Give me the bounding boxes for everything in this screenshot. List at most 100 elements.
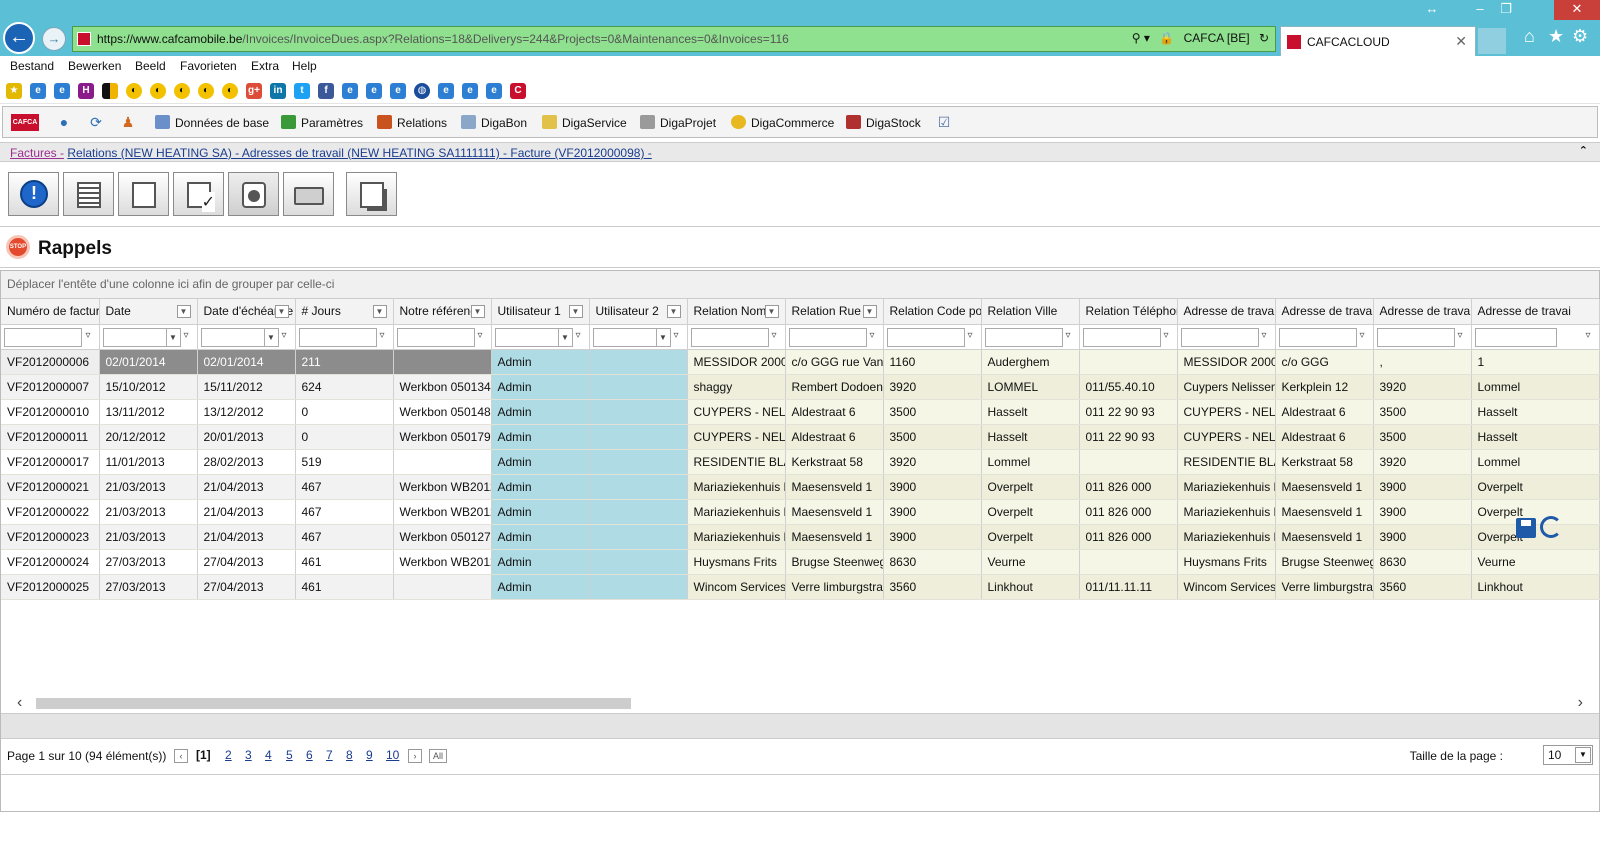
forward-button[interactable]: → [42, 27, 66, 51]
page-link[interactable]: 10 [386, 748, 399, 762]
add-favorite-icon[interactable]: ★ [6, 83, 22, 99]
column-header[interactable]: Utilisateur 1 ▼ [491, 299, 590, 325]
settings-gear-icon[interactable]: ⚙ [1572, 26, 1588, 47]
column-header[interactable]: Date d'échéance ▼ [197, 299, 296, 325]
tab-close-icon[interactable]: ✕ [1455, 33, 1467, 50]
page-link[interactable]: 5 [286, 748, 293, 762]
filter-input[interactable]: ▼ [200, 327, 279, 347]
globe-icon[interactable]: ● [55, 113, 73, 131]
menu-favorieten[interactable]: Favorieten [180, 59, 237, 73]
filter-input[interactable] [1278, 327, 1357, 347]
toolbar-donnees-de-base[interactable]: Données de base [155, 115, 269, 130]
table-row[interactable]: VF2012000024 27/03/2013 27/04/2013 461 Werkb… [1, 549, 1600, 575]
filter-funnel-icon[interactable]: ▿ [870, 330, 880, 342]
page-link[interactable]: 7 [326, 748, 333, 762]
new-tab-button[interactable] [1478, 28, 1506, 54]
menu-beeld[interactable]: Beeld [135, 59, 166, 73]
resize-icon[interactable]: ↔ [1418, 0, 1446, 20]
horizontal-scrollbar[interactable]: ‹ › [1, 693, 1599, 713]
column-menu-icon[interactable]: ▼ [568, 305, 583, 318]
page-link[interactable]: 3 [245, 748, 252, 762]
filter-funnel-icon[interactable]: ▿ [1262, 330, 1272, 342]
menu-bestand[interactable]: Bestand [10, 59, 54, 73]
filter-funnel-icon[interactable]: ▿ [1066, 330, 1076, 342]
ie-page-icon[interactable]: e [54, 83, 70, 99]
filter-funnel-icon[interactable]: ▿ [674, 330, 684, 342]
page-link[interactable]: 2 [225, 748, 232, 762]
toolbar-digastock[interactable]: DigaStock [846, 115, 921, 130]
save-icon[interactable] [1516, 518, 1536, 538]
user-icon[interactable]: ♟ [119, 113, 137, 131]
site-icon[interactable]: ◐ [198, 83, 214, 99]
sync-icon[interactable]: ⟳ [87, 113, 105, 131]
table-row[interactable]: VF2012000023 21/03/2013 21/04/2013 467 Werkb… [1, 524, 1600, 550]
site-icon[interactable]: ◐ [222, 83, 238, 99]
filter-input[interactable] [1474, 327, 1557, 347]
column-header[interactable]: # Jours ▼ [295, 299, 394, 325]
column-header[interactable]: Adresse de travail [1177, 299, 1276, 325]
browser-tab[interactable]: CAFCACLOUD ✕ [1280, 26, 1476, 56]
page-link[interactable]: 6 [306, 748, 313, 762]
group-by-panel[interactable]: Déplacer l'entête d'une colonne ici afin… [1, 271, 1599, 299]
filter-input[interactable] [1180, 327, 1259, 347]
ie-page-icon[interactable]: e [366, 83, 382, 99]
filter-funnel-icon[interactable]: ▿ [1164, 330, 1174, 342]
column-header[interactable]: Date ▼ [99, 299, 198, 325]
toolbar-relations[interactable]: Relations [377, 115, 447, 130]
collapse-icon[interactable]: ⌃ [1579, 144, 1588, 157]
menu-help[interactable]: Help [292, 59, 317, 73]
column-header[interactable]: Adresse de travai [1471, 299, 1600, 325]
site-icon[interactable]: ◐ [150, 83, 166, 99]
ie-page-icon[interactable]: e [390, 83, 406, 99]
filter-input[interactable] [1082, 327, 1161, 347]
filter-funnel-icon[interactable]: ▿ [478, 330, 488, 342]
column-header[interactable]: Relation Rue ▼ [785, 299, 884, 325]
column-menu-icon[interactable]: ▼ [176, 305, 191, 318]
table-row[interactable]: VF2012000010 13/11/2012 13/12/2012 0 Werkbon… [1, 399, 1600, 425]
table-row[interactable]: VF2012000006 02/01/2014 02/01/2014 211 Admin… [1, 349, 1600, 375]
menu-bewerken[interactable]: Bewerken [68, 59, 121, 73]
page-link[interactable]: 8 [346, 748, 353, 762]
invoice-button[interactable] [118, 172, 169, 216]
filter-input[interactable] [788, 327, 867, 347]
chevron-down-icon[interactable]: ▼ [263, 328, 278, 346]
twitter-icon[interactable]: t [294, 83, 310, 99]
site-icon[interactable]: ◐ [174, 83, 190, 99]
filter-funnel-icon[interactable]: ▿ [184, 330, 194, 342]
column-menu-icon[interactable]: ▼ [666, 305, 681, 318]
filter-funnel-icon[interactable]: ▿ [1458, 330, 1468, 342]
scroll-thumb[interactable] [36, 698, 631, 709]
google-plus-icon[interactable]: g+ [246, 83, 262, 99]
filter-input[interactable]: ▼ [494, 327, 573, 347]
page-size-select[interactable]: 10 ▼ [1543, 745, 1593, 765]
table-row[interactable]: VF2012000011 20/12/2012 20/01/2013 0 Werkbon… [1, 424, 1600, 450]
minimize-button[interactable]: – [1466, 0, 1494, 20]
address-url[interactable]: https://www.cafcamobile.be/Invoices/Invo… [97, 32, 789, 46]
filter-funnel-icon[interactable]: ▿ [86, 330, 96, 342]
site-icon[interactable]: ◐ [126, 83, 142, 99]
filter-funnel-icon[interactable]: ▿ [968, 330, 978, 342]
ie-page-icon[interactable]: e [486, 83, 502, 99]
filter-funnel-icon[interactable]: ▿ [1360, 330, 1370, 342]
filter-input[interactable] [1376, 327, 1455, 347]
ie-page-icon[interactable]: e [462, 83, 478, 99]
toolbar-digacommerce[interactable]: DigaCommerce [731, 115, 834, 130]
filter-input[interactable]: ▼ [102, 327, 181, 347]
list-button[interactable] [63, 172, 114, 216]
column-header[interactable]: Relation Téléphor [1079, 299, 1178, 325]
column-menu-icon[interactable]: ▼ [372, 305, 387, 318]
globe-icon[interactable]: ◍ [414, 83, 430, 99]
toolbar-parametres[interactable]: Paramètres [281, 115, 363, 130]
column-header[interactable]: Numéro de factur [1, 299, 100, 325]
filter-input[interactable] [984, 327, 1063, 347]
ie-page-icon[interactable]: e [342, 83, 358, 99]
copy-button[interactable] [346, 172, 397, 216]
site-identity[interactable]: CAFCA [BE] [1184, 31, 1250, 45]
filter-funnel-icon[interactable]: ▿ [772, 330, 782, 342]
info-button[interactable]: ! [8, 172, 59, 216]
column-header[interactable]: Adresse de travail [1373, 299, 1472, 325]
all-pages-button[interactable]: All [429, 749, 448, 763]
ie-page-icon[interactable]: e [30, 83, 46, 99]
back-button[interactable]: ← [3, 22, 35, 54]
cafca-icon[interactable]: C [510, 83, 526, 99]
